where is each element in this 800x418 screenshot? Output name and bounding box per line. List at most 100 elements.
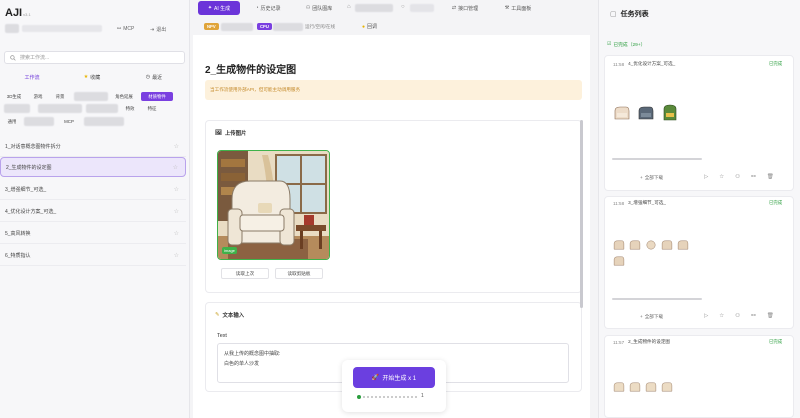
play-icon[interactable]: ▷ bbox=[704, 174, 708, 180]
text-field-label: Text bbox=[217, 333, 227, 339]
logout-link[interactable]: ⇥ 退出 bbox=[150, 26, 166, 34]
chip-blurred[interactable] bbox=[4, 104, 30, 113]
list-item[interactable]: 4_优化设计方案_可选_ ☆ bbox=[0, 202, 186, 222]
status-dot-icon: ● bbox=[362, 23, 366, 30]
share-icon[interactable]: ⚇ bbox=[735, 313, 740, 319]
history-icon: ◔ bbox=[255, 5, 259, 11]
download-all-button[interactable]: + 全部下载 bbox=[640, 175, 663, 181]
chip-effects[interactable]: 特效 bbox=[122, 104, 138, 113]
tab-history[interactable]: ◔ 历史记录 bbox=[245, 1, 291, 15]
tab-ai-generate[interactable]: ✦ AI 生成 bbox=[198, 1, 240, 15]
task-card bbox=[604, 55, 794, 191]
status-badge: 已完成 bbox=[769, 339, 783, 344]
chip-general[interactable]: 通用 bbox=[4, 117, 20, 126]
uploaded-image[interactable]: image bbox=[217, 150, 330, 260]
circle-icon[interactable]: ○ bbox=[401, 4, 405, 10]
thumbnail[interactable] bbox=[676, 238, 690, 252]
task-header: 11:58 3_增强细节_可选_ bbox=[613, 200, 666, 206]
chip-label: 通用 bbox=[7, 118, 17, 124]
task-thumbnails bbox=[612, 103, 680, 123]
home-icon[interactable]: ⌂ bbox=[347, 4, 351, 10]
trash-icon[interactable]: 🗑 bbox=[767, 313, 774, 319]
share-icon[interactable]: ⚇ bbox=[735, 174, 740, 180]
star-icon[interactable]: ☆ bbox=[174, 143, 179, 150]
count-value: 1 bbox=[421, 393, 424, 399]
count-slider[interactable] bbox=[357, 395, 417, 399]
chip-mcp[interactable]: MCP bbox=[60, 117, 78, 126]
generate-button[interactable]: 🚀 开始生成 x 1 bbox=[353, 367, 435, 388]
star-icon[interactable]: ☆ bbox=[719, 174, 724, 180]
load-last-button[interactable]: 读取上次 bbox=[221, 268, 269, 279]
image-icon: 🖼 bbox=[215, 130, 222, 136]
chip-blurred[interactable] bbox=[84, 117, 124, 126]
thumbnail[interactable] bbox=[660, 103, 680, 123]
completed-filter[interactable]: ☑ 已完成（29+） bbox=[607, 41, 645, 48]
download-all-button[interactable]: + 全部下载 bbox=[640, 314, 663, 320]
star-icon[interactable]: ☆ bbox=[174, 208, 179, 215]
thumbnail[interactable] bbox=[644, 380, 658, 394]
list-item-label: 2_生成物件的设定图 bbox=[6, 164, 52, 171]
thumbnail[interactable] bbox=[660, 380, 674, 394]
tab-team-gallery[interactable]: ⚇ 团队图库 bbox=[296, 1, 342, 15]
task-thumbnails bbox=[612, 380, 702, 394]
thumbnail[interactable] bbox=[612, 103, 632, 123]
list-icon: ▢ bbox=[610, 11, 617, 18]
chip-features[interactable]: 特征 bbox=[144, 104, 160, 113]
mcp-link[interactable]: ⚯ MCP bbox=[117, 26, 134, 32]
chip-game[interactable]: 游戏 bbox=[30, 92, 46, 101]
chip-character[interactable]: 角色延展 bbox=[110, 92, 138, 101]
tab-api-management[interactable]: ⇄ 接口管理 bbox=[443, 1, 487, 15]
tab-tool-panel[interactable]: ⚒ 工具面板 bbox=[495, 1, 541, 15]
tab-workflow[interactable]: 工作流 bbox=[8, 71, 56, 83]
play-icon[interactable]: ▷ bbox=[704, 313, 708, 319]
chip-blurred[interactable] bbox=[86, 104, 118, 113]
chip-material[interactable]: 材质物件 bbox=[141, 92, 173, 101]
chip-blurred[interactable] bbox=[24, 117, 54, 126]
thumbnail[interactable] bbox=[612, 254, 626, 268]
star-icon[interactable]: ☆ bbox=[174, 186, 179, 193]
list-item-label: 6_特质指认 bbox=[5, 253, 31, 259]
tab-label: 工具面板 bbox=[511, 5, 532, 12]
thumbnail-scrollbar[interactable] bbox=[612, 298, 702, 300]
star-icon[interactable]: ☆ bbox=[174, 252, 179, 259]
link-icon[interactable]: ⚯ bbox=[751, 313, 756, 319]
chip-label: 特征 bbox=[147, 105, 157, 111]
star-icon[interactable]: ☆ bbox=[174, 230, 179, 237]
link-icon[interactable]: ⚯ bbox=[751, 174, 756, 180]
slider-handle[interactable] bbox=[357, 395, 361, 399]
thumbnail[interactable] bbox=[628, 380, 642, 394]
status-blurred bbox=[221, 23, 253, 31]
thumbnail[interactable] bbox=[636, 103, 656, 123]
trash-icon[interactable]: 🗑 bbox=[767, 174, 774, 180]
list-item[interactable]: 6_特质指认 ☆ bbox=[0, 246, 186, 266]
search-input[interactable]: 搜索工作流... bbox=[4, 51, 185, 64]
list-item[interactable]: 2_生成物件的设定图 ☆ bbox=[0, 157, 186, 177]
thumbnail[interactable] bbox=[644, 238, 658, 252]
tab-blurred[interactable] bbox=[410, 4, 434, 12]
load-clipboard-button[interactable]: 读取剪贴板 bbox=[275, 268, 323, 279]
list-item[interactable]: 3_增强细节_可选_ ☆ bbox=[0, 180, 186, 200]
rocket-icon: 🚀 bbox=[371, 375, 380, 381]
star-icon[interactable]: ☆ bbox=[719, 313, 724, 319]
chip-blurred[interactable] bbox=[74, 92, 108, 101]
star-icon[interactable]: ☆ bbox=[173, 164, 178, 171]
list-item[interactable]: 5_高风转换 ☆ bbox=[0, 224, 186, 244]
list-item[interactable]: 1_对话意概念图物件拆分 ☆ bbox=[0, 137, 186, 157]
thumbnail-scrollbar[interactable] bbox=[612, 158, 702, 160]
task-card bbox=[604, 335, 794, 418]
chip-label: 背景 bbox=[55, 93, 65, 99]
avatar[interactable] bbox=[5, 24, 19, 33]
thumbnail[interactable] bbox=[612, 380, 626, 394]
tab-favorites[interactable]: ★ 收藏 bbox=[68, 71, 116, 83]
team-icon: ⚇ bbox=[305, 5, 311, 11]
tool-icon: ⚒ bbox=[504, 5, 510, 11]
chip-background[interactable]: 背景 bbox=[52, 92, 68, 101]
main-scrollbar[interactable] bbox=[580, 120, 583, 308]
chip-blurred[interactable] bbox=[38, 104, 82, 113]
tab-recent[interactable]: ◷ 最近 bbox=[130, 71, 178, 83]
chip-3d[interactable]: 3D生成 bbox=[4, 92, 24, 101]
thumbnail[interactable] bbox=[628, 238, 642, 252]
thumbnail[interactable] bbox=[612, 238, 626, 252]
tab-blurred[interactable] bbox=[355, 4, 393, 12]
thumbnail[interactable] bbox=[660, 238, 674, 252]
